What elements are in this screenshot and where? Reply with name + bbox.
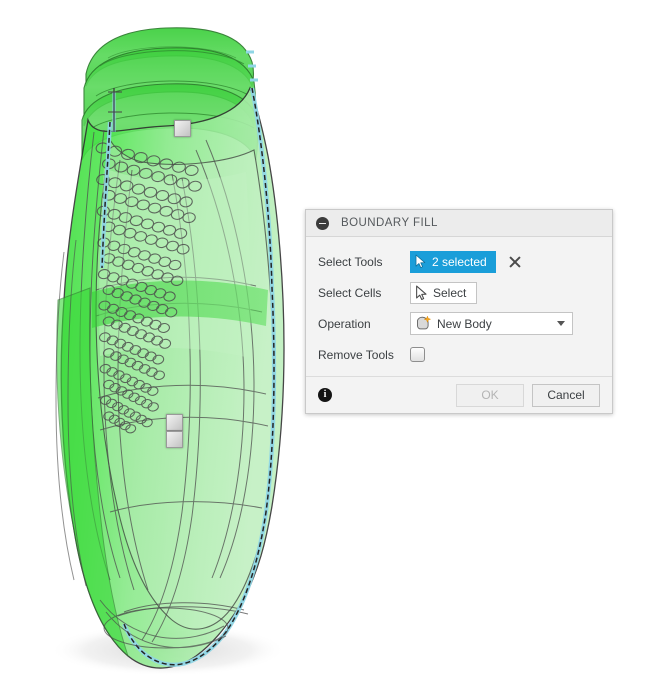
operation-dropdown[interactable]: New Body: [410, 312, 573, 335]
label-operation: Operation: [318, 316, 371, 331]
control-remove-tools: [410, 347, 600, 362]
cursor-arrow-icon: [415, 254, 426, 268]
new-body-icon: [417, 315, 432, 330]
dialog-title: BOUNDARY FILL: [341, 217, 438, 229]
operation-dropdown-value: New Body: [437, 316, 492, 331]
dialog-body: Select Tools 2 selected Select Cells Sel…: [306, 237, 612, 376]
manipulator-handle-top[interactable]: [174, 120, 191, 137]
dialog-header[interactable]: BOUNDARY FILL: [306, 210, 612, 237]
control-select-cells: Select: [410, 281, 600, 304]
cursor-arrow-icon: [416, 285, 427, 300]
row-select-tools: Select Tools 2 selected: [306, 246, 612, 277]
select-tools-chip[interactable]: 2 selected: [410, 250, 496, 273]
select-cells-button[interactable]: Select: [410, 281, 478, 304]
cancel-button[interactable]: Cancel: [532, 383, 600, 407]
select-cells-button-label: Select: [433, 285, 467, 300]
close-x-icon[interactable]: [508, 255, 522, 269]
manipulator-handle-mid-lower[interactable]: [166, 431, 183, 448]
minus-circle-icon[interactable]: [316, 216, 329, 230]
ok-button[interactable]: OK: [456, 383, 524, 407]
manipulator-handle-mid-upper[interactable]: [166, 414, 183, 431]
row-select-cells: Select Cells Select: [306, 277, 612, 308]
label-select-cells: Select Cells: [318, 285, 382, 300]
info-icon[interactable]: i: [318, 388, 332, 402]
select-tools-chip-label: 2 selected: [432, 254, 487, 269]
chevron-down-icon: [557, 321, 565, 326]
boundary-fill-dialog[interactable]: BOUNDARY FILL Select Tools 2 selected Se…: [305, 209, 613, 414]
control-select-tools: 2 selected: [410, 250, 600, 273]
remove-tools-checkbox[interactable]: [410, 347, 425, 362]
row-operation: Operation New Body: [306, 308, 612, 339]
label-select-tools: Select Tools: [318, 254, 383, 269]
dialog-footer: i OK Cancel: [306, 376, 612, 413]
row-remove-tools: Remove Tools: [306, 339, 612, 370]
label-remove-tools: Remove Tools: [318, 347, 394, 362]
control-operation: New Body: [410, 312, 600, 335]
